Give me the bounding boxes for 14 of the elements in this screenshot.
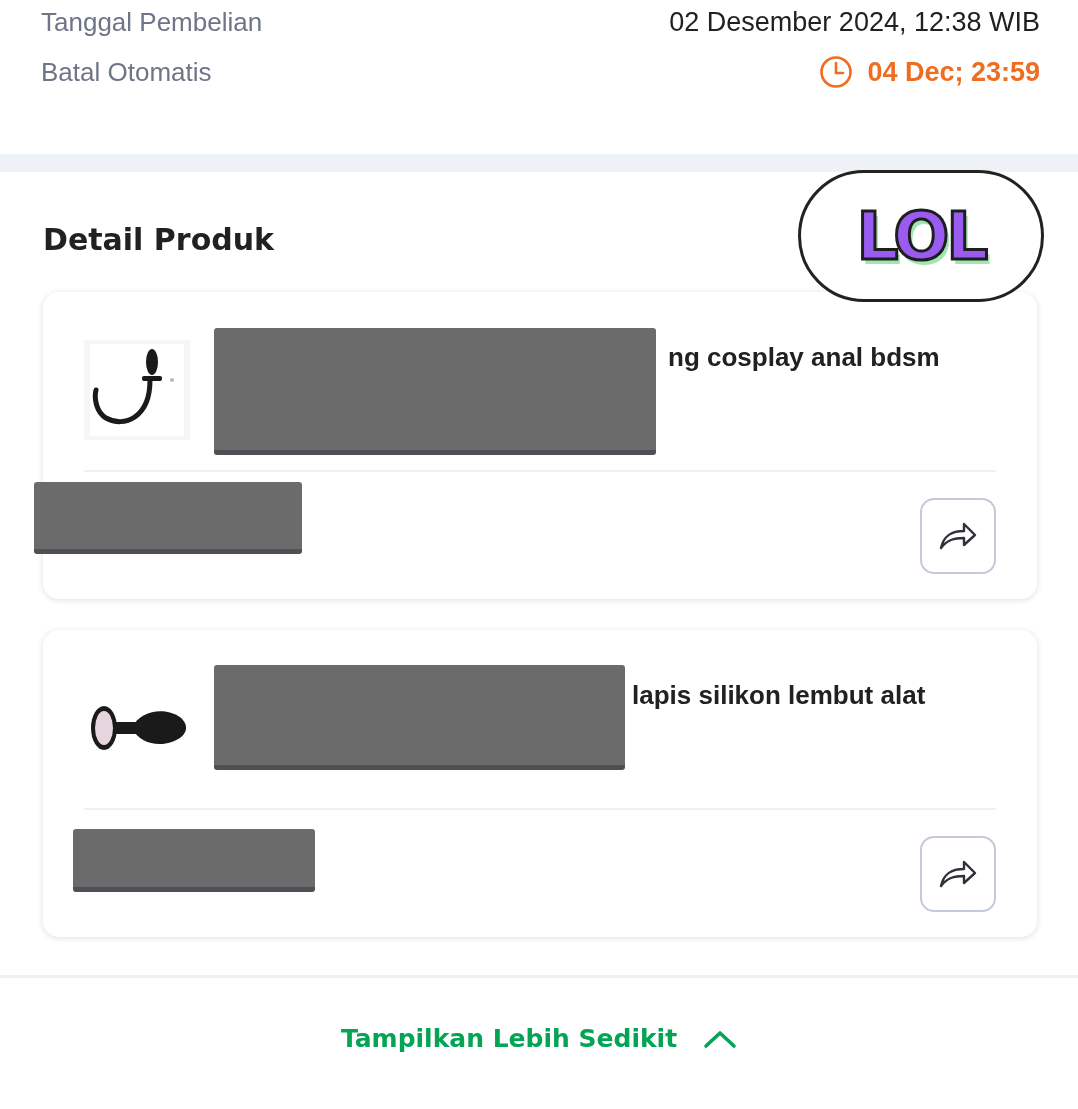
- clock-icon: [819, 55, 854, 89]
- product-title: lapis silikon lembut alat: [632, 680, 926, 711]
- info-label: Tanggal Pembelian: [41, 6, 263, 38]
- deadline-time: 04 Dec; 23:59: [867, 56, 1040, 88]
- product-title: ng cosplay anal bdsm: [668, 342, 940, 373]
- show-less-button[interactable]: Tampilkan Lebih Sedikit: [340, 1016, 738, 1061]
- share-icon: [938, 859, 978, 889]
- section-title: Detail Produk: [43, 222, 275, 257]
- share-button[interactable]: [920, 498, 996, 574]
- share-button[interactable]: [920, 836, 996, 912]
- sticker-text: LOL: [856, 197, 986, 275]
- info-label: Batal Otomatis: [41, 56, 212, 88]
- share-icon: [938, 521, 978, 551]
- info-value: 02 Desember 2024, 12:38 WIB: [669, 6, 1040, 38]
